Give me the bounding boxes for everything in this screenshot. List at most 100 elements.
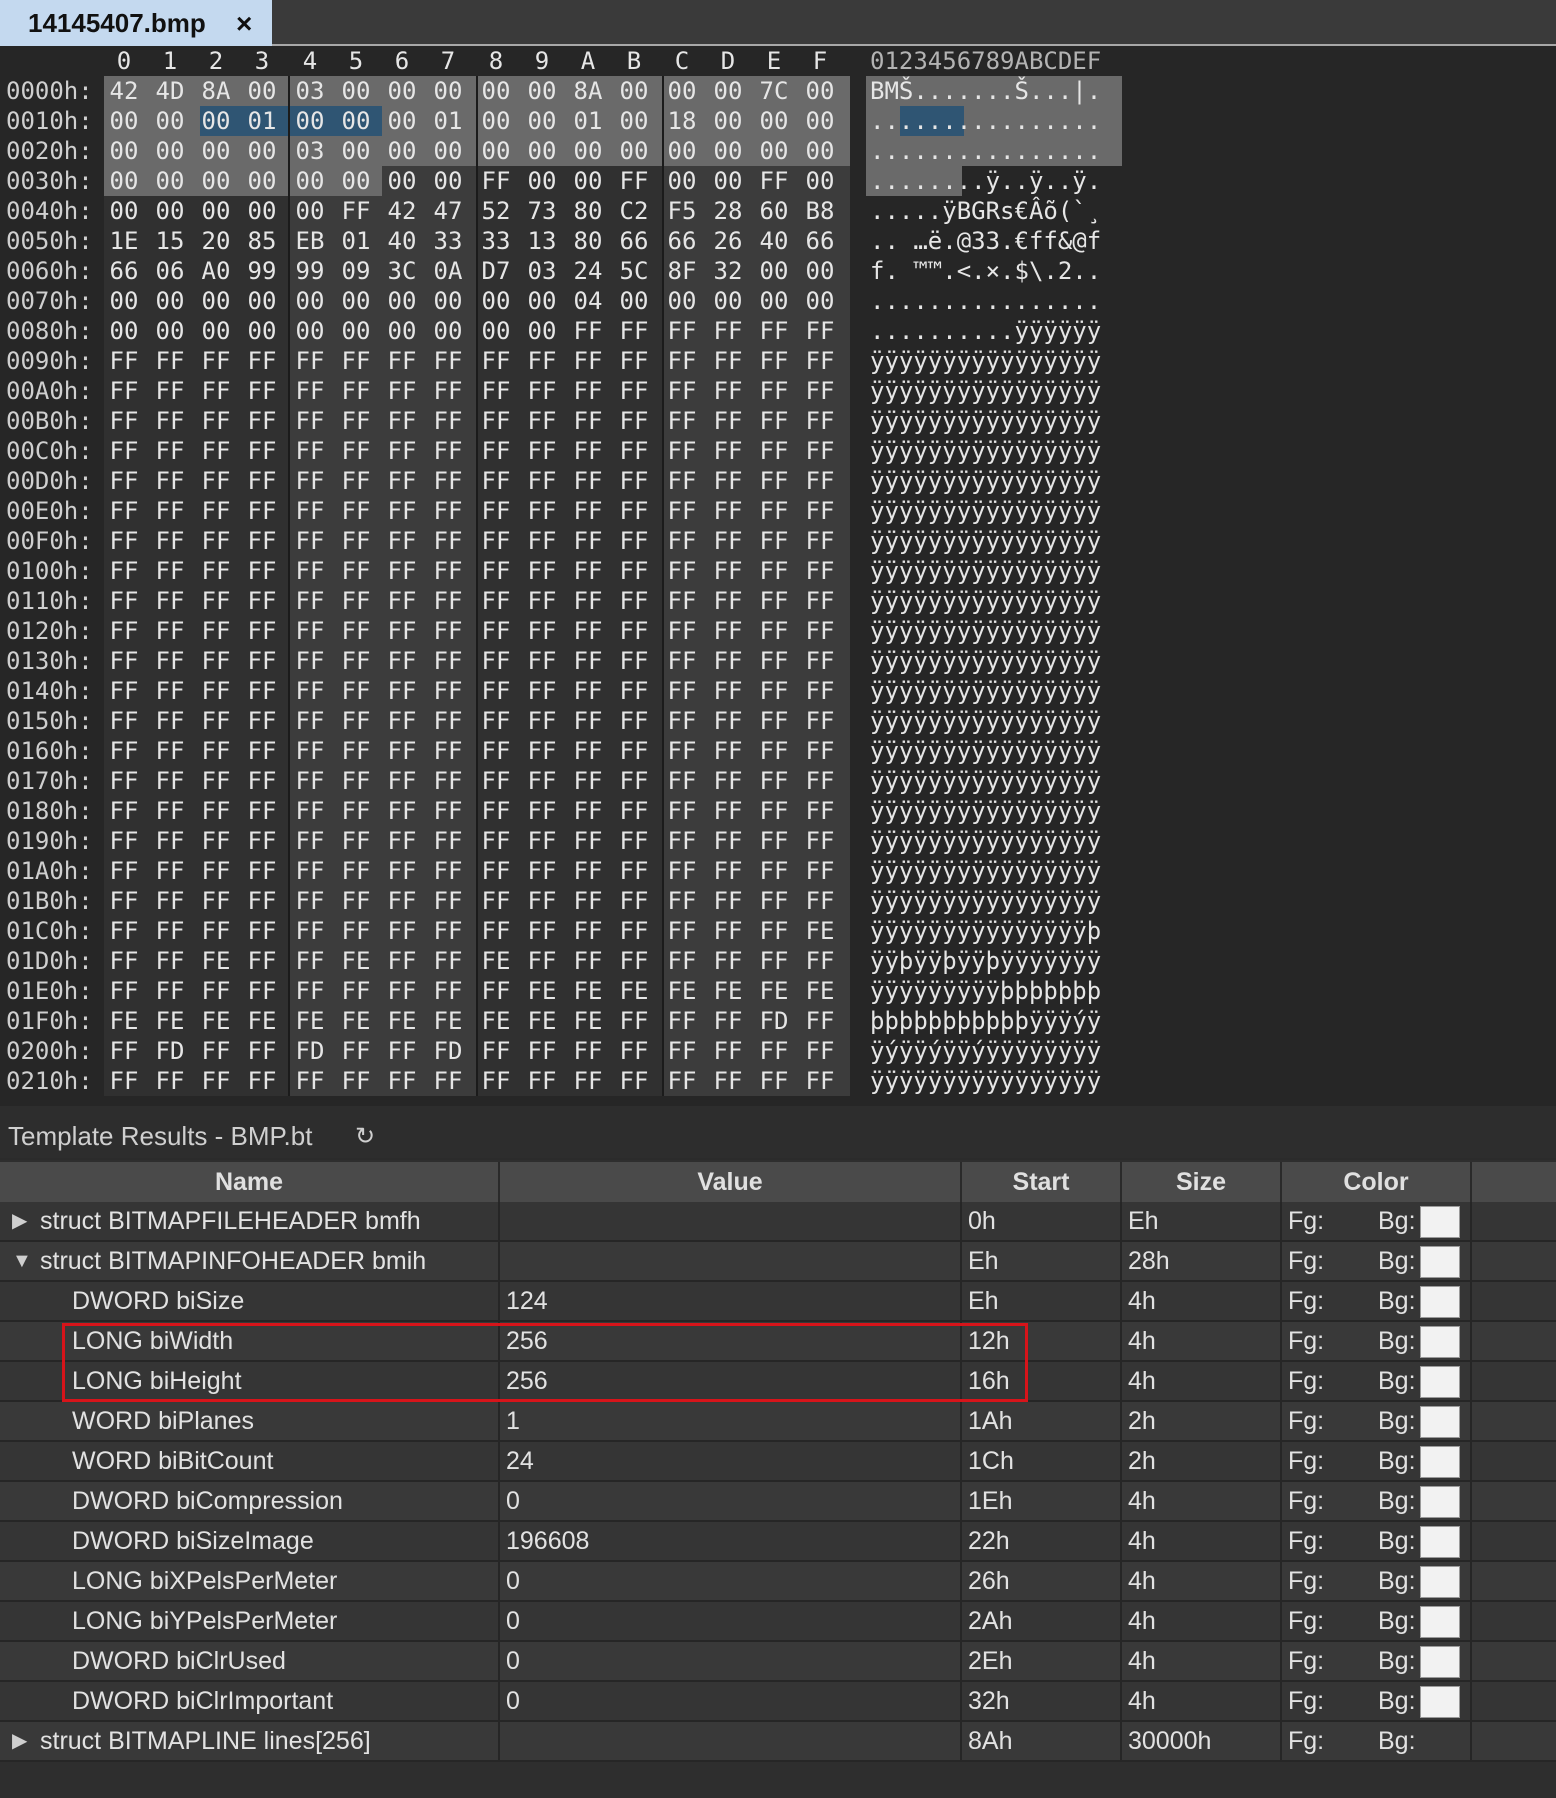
- template-result-row[interactable]: WORD biBitCount 24 1Ch 2h Fg: Bg:: [0, 1442, 1556, 1482]
- hex-byte[interactable]: FF: [473, 706, 519, 736]
- hex-byte[interactable]: 00: [147, 106, 193, 136]
- hex-byte[interactable]: FF: [797, 436, 843, 466]
- hex-byte[interactable]: FF: [147, 436, 193, 466]
- template-result-row[interactable]: ▼ struct BITMAPINFOHEADER bmih Eh 28h Fg: Bg:: [0, 1242, 1556, 1282]
- hex-byte[interactable]: 99: [287, 256, 333, 286]
- bg-color-swatch[interactable]: [1420, 1206, 1460, 1238]
- hex-byte[interactable]: FF: [659, 466, 705, 496]
- hex-byte[interactable]: FF: [101, 1066, 147, 1096]
- hex-byte[interactable]: FF: [193, 886, 239, 916]
- hex-byte[interactable]: 00: [797, 286, 843, 316]
- hex-byte[interactable]: FF: [705, 706, 751, 736]
- hex-row-ascii[interactable]: .. …ë.@33.€ff&@f: [870, 226, 1101, 256]
- hex-byte[interactable]: FF: [425, 586, 471, 616]
- hex-byte[interactable]: D7: [473, 256, 519, 286]
- hex-byte[interactable]: FE: [751, 976, 797, 1006]
- hex-byte[interactable]: 32: [705, 256, 751, 286]
- hex-byte[interactable]: FF: [193, 466, 239, 496]
- hex-byte[interactable]: FF: [425, 976, 471, 1006]
- hex-byte[interactable]: 73: [519, 196, 565, 226]
- hex-byte[interactable]: FF: [797, 1036, 843, 1066]
- hex-byte[interactable]: FF: [611, 616, 657, 646]
- hex-byte[interactable]: FF: [287, 466, 333, 496]
- hex-byte[interactable]: FF: [519, 706, 565, 736]
- hex-byte[interactable]: 04: [565, 286, 611, 316]
- hex-row-ascii[interactable]: ÿÿÿÿÿÿÿÿÿÿÿÿÿÿÿÿ: [870, 826, 1101, 856]
- hex-byte[interactable]: FF: [565, 526, 611, 556]
- hex-byte[interactable]: FF: [611, 706, 657, 736]
- bg-color-swatch[interactable]: [1420, 1646, 1460, 1678]
- hex-byte[interactable]: FF: [193, 616, 239, 646]
- refresh-icon[interactable]: ↻: [355, 1122, 375, 1151]
- hex-byte[interactable]: FF: [519, 826, 565, 856]
- hex-byte[interactable]: FF: [565, 586, 611, 616]
- hex-byte[interactable]: 00: [239, 136, 285, 166]
- hex-byte[interactable]: FF: [473, 676, 519, 706]
- hex-byte[interactable]: FF: [565, 706, 611, 736]
- hex-byte[interactable]: FF: [473, 1036, 519, 1066]
- hex-byte[interactable]: FF: [705, 736, 751, 766]
- hex-byte[interactable]: FF: [193, 826, 239, 856]
- hex-byte[interactable]: 00: [519, 76, 565, 106]
- hex-row-ascii[interactable]: ÿÿÿÿÿÿÿÿÿÿÿÿÿÿÿÿ: [870, 346, 1101, 376]
- hex-row-ascii[interactable]: ÿÿÿÿÿÿÿÿÿÿÿÿÿÿÿÿ: [870, 556, 1101, 586]
- hex-byte[interactable]: FF: [239, 766, 285, 796]
- hex-byte[interactable]: FD: [287, 1036, 333, 1066]
- hex-byte[interactable]: FF: [101, 856, 147, 886]
- hex-byte[interactable]: FF: [379, 676, 425, 706]
- hex-byte[interactable]: FF: [751, 1066, 797, 1096]
- hex-byte[interactable]: 00: [333, 106, 379, 136]
- bg-color-swatch[interactable]: [1420, 1326, 1460, 1358]
- hex-row-ascii[interactable]: ÿÿÿÿÿÿÿÿÿÿÿÿÿÿÿÿ: [870, 496, 1101, 526]
- hex-byte[interactable]: 00: [611, 106, 657, 136]
- hex-byte[interactable]: FF: [193, 346, 239, 376]
- hex-byte[interactable]: FF: [659, 406, 705, 436]
- hex-byte[interactable]: FF: [473, 916, 519, 946]
- hex-byte[interactable]: FF: [705, 616, 751, 646]
- hex-byte[interactable]: FF: [379, 976, 425, 1006]
- hex-byte[interactable]: FF: [333, 196, 379, 226]
- hex-byte[interactable]: FF: [333, 976, 379, 1006]
- hex-byte[interactable]: FF: [193, 556, 239, 586]
- hex-byte[interactable]: 42: [379, 196, 425, 226]
- hex-byte[interactable]: FF: [101, 826, 147, 856]
- hex-byte[interactable]: FF: [425, 556, 471, 586]
- hex-byte[interactable]: FF: [751, 166, 797, 196]
- hex-byte[interactable]: FF: [101, 346, 147, 376]
- hex-byte[interactable]: FF: [797, 586, 843, 616]
- hex-byte[interactable]: FF: [797, 826, 843, 856]
- hex-byte[interactable]: FF: [239, 886, 285, 916]
- hex-byte[interactable]: FE: [147, 1006, 193, 1036]
- hex-byte[interactable]: FF: [751, 466, 797, 496]
- hex-byte[interactable]: FF: [101, 436, 147, 466]
- hex-byte[interactable]: FF: [797, 796, 843, 826]
- hex-byte[interactable]: 00: [193, 196, 239, 226]
- hex-byte[interactable]: FF: [239, 586, 285, 616]
- hex-byte[interactable]: FF: [611, 166, 657, 196]
- hex-byte[interactable]: 00: [193, 286, 239, 316]
- hex-byte[interactable]: FF: [659, 346, 705, 376]
- hex-byte[interactable]: FF: [611, 556, 657, 586]
- hex-byte[interactable]: 09: [333, 256, 379, 286]
- hex-byte[interactable]: 00: [333, 286, 379, 316]
- hex-byte[interactable]: FE: [473, 946, 519, 976]
- hex-byte[interactable]: 00: [287, 166, 333, 196]
- hex-byte[interactable]: FF: [287, 556, 333, 586]
- hex-byte[interactable]: FF: [147, 706, 193, 736]
- bg-color-swatch[interactable]: [1420, 1526, 1460, 1558]
- hex-byte[interactable]: FF: [611, 1066, 657, 1096]
- hex-byte[interactable]: FF: [239, 826, 285, 856]
- hex-byte[interactable]: FE: [519, 1006, 565, 1036]
- hex-byte[interactable]: FF: [519, 946, 565, 976]
- hex-byte[interactable]: FF: [193, 676, 239, 706]
- hex-byte[interactable]: FF: [101, 736, 147, 766]
- hex-byte[interactable]: FF: [473, 826, 519, 856]
- column-header-name[interactable]: Name: [0, 1162, 500, 1202]
- hex-byte[interactable]: FF: [473, 766, 519, 796]
- hex-byte[interactable]: FF: [379, 586, 425, 616]
- close-icon[interactable]: ×: [236, 8, 252, 40]
- hex-byte[interactable]: FF: [705, 856, 751, 886]
- hex-byte[interactable]: 00: [519, 136, 565, 166]
- hex-byte[interactable]: 28: [705, 196, 751, 226]
- hex-byte[interactable]: FF: [147, 556, 193, 586]
